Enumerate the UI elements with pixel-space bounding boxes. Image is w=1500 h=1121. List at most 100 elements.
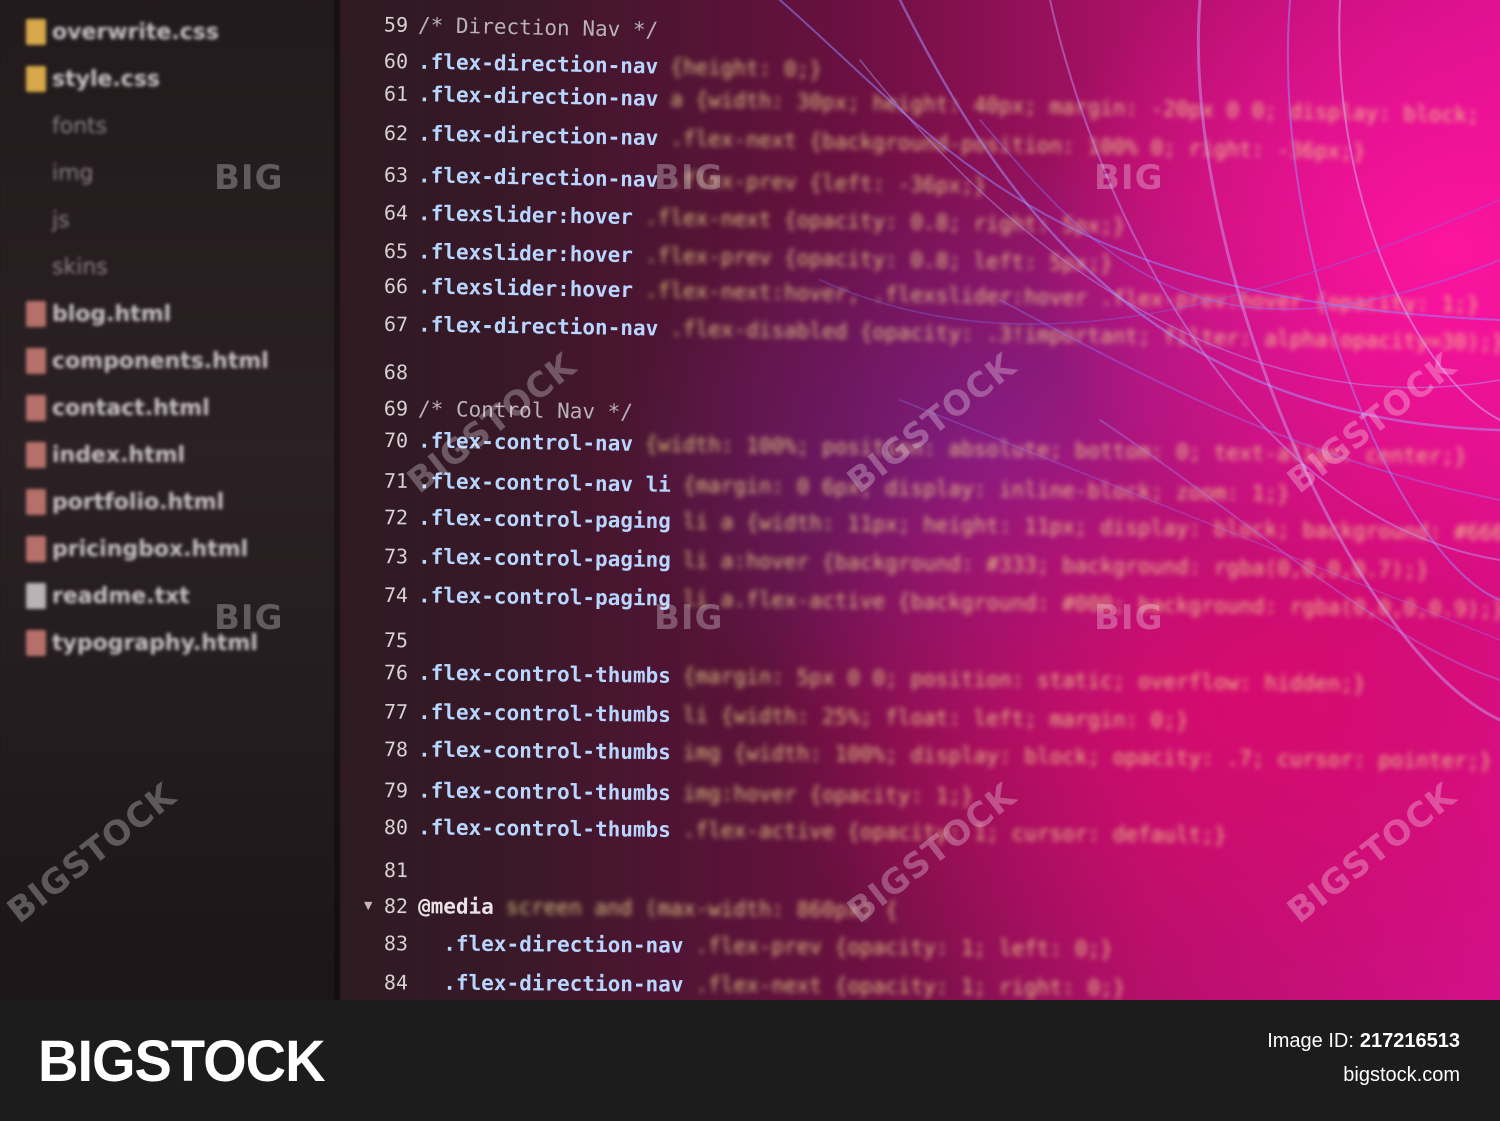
code-declarations: li a {width: 11px; height: 11px; display… (682, 509, 1500, 546)
file-tree-item[interactable]: contact.html (26, 388, 210, 428)
image-id: Image ID: 217216513 (1267, 1030, 1460, 1053)
stock-photo-page: overwrite.css style.css fonts img js skins blo… (0, 0, 1500, 1121)
code-line: 76 .flex-control-thumbs {margin: 5px 0 0; … (350, 655, 1366, 701)
file-tree-item[interactable]: js (26, 200, 70, 240)
code-selector: .flex-direction-nav (417, 969, 684, 997)
code-declarations: .flex-next {opacity: 0.8; right: 5px;} (644, 204, 1126, 238)
line-number: 71 (383, 468, 409, 493)
code-declarations: .flex-prev {opacity: 1; left: 0;} (695, 933, 1113, 962)
code-declarations: .flex-next {opacity: 1; right: 0;} (695, 972, 1126, 1000)
code-selector: .flex-direction-nav (417, 312, 659, 341)
file-tree-item-label: skins (52, 254, 108, 280)
html-file-icon (26, 301, 46, 327)
code-selector: .flex-control-paging (417, 505, 672, 534)
html-file-icon (26, 442, 46, 468)
watermark-big: BIG (654, 598, 724, 638)
html-file-icon (26, 630, 46, 656)
file-tree-item-label: index.html (52, 442, 186, 468)
file-tree-item[interactable]: pricingbox.html (26, 529, 248, 569)
css-file-icon (26, 19, 46, 45)
file-tree-item[interactable]: readme.txt (26, 576, 190, 616)
line-number: 70 (383, 428, 409, 453)
file-tree-sidebar: overwrite.css style.css fonts img js skins blo… (0, 0, 340, 1000)
file-tree-item-label: fonts (52, 113, 108, 139)
file-tree-item[interactable]: components.html (26, 341, 269, 381)
site-url: bigstock.com (1343, 1064, 1460, 1086)
bigstock-logo: BIGSTOCK (38, 1027, 326, 1094)
code-declarations: .flex-next {background-position: 100% 0;… (670, 126, 1366, 164)
code-line: 80 .flex-control-thumbs .flex-active {opac… (350, 810, 1227, 853)
line-number: 77 (383, 699, 409, 725)
code-photo: overwrite.css style.css fonts img js skins blo… (0, 0, 1500, 1000)
line-number: 60 (383, 49, 409, 74)
line-number: 81 (383, 857, 409, 882)
file-tree-item-label: js (52, 207, 70, 233)
file-tree-item[interactable]: index.html (26, 435, 185, 475)
code-selector: .flex-direction-nav (417, 81, 659, 111)
file-tree-item[interactable]: img (26, 153, 94, 193)
code-at-rule: @media (417, 894, 494, 919)
line-number: 62 (383, 120, 409, 146)
code-selector: .flex-control-paging (417, 582, 672, 611)
html-file-icon (26, 489, 46, 515)
code-line: 81 (350, 852, 430, 887)
code-declarations: li a:hover {background: #333; background… (682, 548, 1429, 583)
line-number: 73 (383, 544, 409, 569)
watermark-big: BIG (214, 598, 284, 638)
line-number: 72 (383, 505, 409, 530)
line-number: 76 (383, 660, 409, 685)
line-number: 78 (383, 736, 409, 762)
html-file-icon (26, 348, 46, 374)
file-tree-item-label: components.html (52, 348, 269, 374)
html-file-icon (26, 536, 46, 562)
line-number: 80 (383, 815, 409, 840)
code-declarations: {margin: 0 6px; display: inline-block; z… (682, 472, 1290, 506)
code-declarations: .flex-next:hover, .flexslider:hover .fle… (644, 278, 1480, 317)
code-selector: .flex-direction-nav (417, 121, 659, 151)
code-selector: .flex-control-paging (417, 544, 672, 573)
file-tree-item-label: portfolio.html (52, 489, 225, 515)
code-declarations: {height: 0;} (669, 55, 823, 83)
file-tree-item[interactable]: blog.html (26, 294, 171, 334)
code-line: ▼ 82 @media screen and (max-width: 860px) { (350, 888, 898, 927)
html-file-icon (26, 395, 46, 421)
line-number: 67 (383, 312, 409, 337)
file-tree-item-label: blog.html (52, 301, 172, 327)
code-selector: .flexslider:hover (417, 200, 634, 229)
line-number: 65 (383, 238, 409, 264)
fold-arrow-icon[interactable]: ▼ (364, 898, 373, 914)
code-selector: .flex-control-thumbs (417, 778, 672, 806)
code-declarations: img {width: 100%; display: block; opacit… (682, 740, 1493, 773)
code-selector: .flexslider:hover (417, 239, 634, 268)
file-tree-item[interactable]: fonts (26, 106, 107, 146)
line-number: 63 (383, 162, 409, 188)
code-declarations: img:hover {opacity: 1;} (682, 781, 974, 809)
line-number: 83 (383, 931, 409, 956)
file-tree-item-label: img (52, 160, 94, 186)
code-line: 79 .flex-control-thumbs img:hover {opacity… (350, 773, 974, 814)
file-tree-item[interactable]: style.css (26, 59, 160, 99)
image-id-label: Image ID: (1267, 1030, 1354, 1052)
footer-bar: BIGSTOCK Image ID: 217216513 bigstock.com (0, 1000, 1500, 1121)
css-file-icon (26, 66, 46, 92)
code-line: 59 /* Direction Nav */ (350, 7, 671, 48)
code-declarations: li {width: 25%; float: left; margin: 0;} (682, 703, 1189, 734)
file-tree-item[interactable]: overwrite.css (26, 12, 219, 52)
line-number: 84 (383, 969, 409, 994)
code-selector: .flex-control-thumbs (417, 700, 672, 728)
code-line: 84 .flex-direction-nav .flex-next {opacit… (350, 964, 1126, 1000)
code-selector: .flex-direction-nav (417, 49, 659, 79)
file-tree-item[interactable]: portfolio.html (26, 482, 224, 522)
image-id-value: 217216513 (1359, 1030, 1460, 1052)
line-number: 59 (383, 12, 409, 37)
code-selector: .flexslider:hover (417, 274, 634, 303)
code-declarations: li a.flex-active {background: #000; back… (682, 586, 1500, 622)
code-selector: .flex-control-thumbs (417, 815, 672, 843)
code-declarations: .flex-disabled {opacity: .3!important; f… (670, 317, 1500, 356)
code-declarations: {margin: 5px 0 0; position: static; over… (682, 663, 1366, 697)
line-number: 64 (383, 200, 409, 225)
line-number: 74 (383, 582, 409, 607)
file-tree-item[interactable]: skins (26, 247, 108, 287)
code-line: 77 .flex-control-thumbs li {width: 25%; fl… (350, 695, 1189, 739)
code-comment: /* Direction Nav */ (417, 13, 659, 43)
